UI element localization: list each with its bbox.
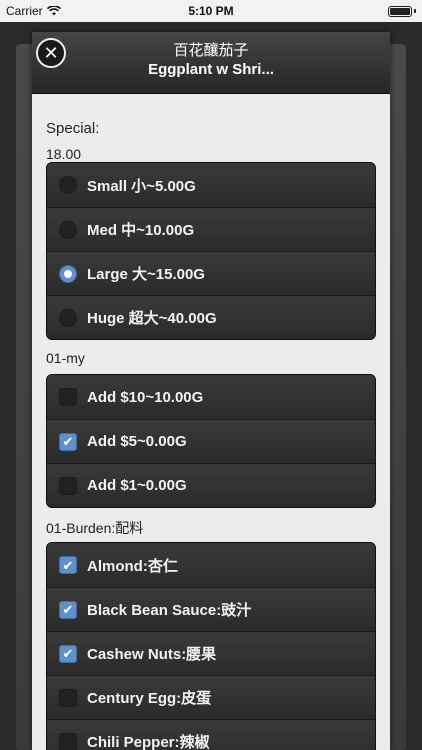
size-option-small[interactable]: Small 小~5.00G (47, 163, 375, 207)
close-button[interactable]: ✕ (36, 38, 66, 68)
checkbox-icon (59, 388, 77, 406)
option-cashew-nuts[interactable]: ✔ Cashew Nuts:腰果 (47, 631, 375, 675)
my-section-label: 01-my (46, 350, 85, 366)
option-label: Cashew Nuts:腰果 (87, 646, 217, 663)
radio-selected-icon (59, 264, 77, 283)
special-price: 18.00 (46, 146, 82, 162)
radio-icon (59, 220, 77, 239)
size-option-large[interactable]: Large 大~15.00G (47, 251, 375, 295)
option-label: Century Egg:皮蛋 (87, 690, 212, 707)
checkbox-icon (59, 688, 77, 707)
dish-title-english: Eggplant w Shri... (148, 61, 274, 78)
option-add-1[interactable]: Add $1~0.00G (47, 463, 375, 507)
option-label: Med 中~10.00G (87, 222, 195, 239)
checkbox-checked-icon: ✔ (59, 644, 77, 663)
checkbox-icon (59, 476, 77, 495)
status-bar: Carrier 5:10 PM (0, 0, 422, 22)
checkbox-checked-icon: ✔ (59, 432, 77, 451)
option-label: Huge 超大~40.00G (87, 310, 217, 327)
item-options-dialog: ✕ 百花釀茄子 Eggplant w Shri... Special: 18.0… (32, 32, 390, 750)
option-add-10[interactable]: Add $10~10.00G (47, 375, 375, 419)
option-chili-pepper[interactable]: Chili Pepper:辣椒 (47, 719, 375, 750)
option-add-5[interactable]: ✔ Add $5~0.00G (47, 419, 375, 463)
options-content[interactable]: Special: 18.00 Small 小~5.00G Med 中~10.00… (32, 94, 390, 750)
option-century-egg[interactable]: Century Egg:皮蛋 (47, 675, 375, 719)
close-icon: ✕ (43, 42, 59, 63)
option-label: Small 小~5.00G (87, 177, 196, 195)
option-label: Large 大~15.00G (87, 266, 205, 283)
size-option-huge[interactable]: Huge 超大~40.00G (47, 295, 375, 339)
option-label: Black Bean Sauce:豉汁 (87, 602, 252, 619)
burden-options-group: ✔ Almond:杏仁 ✔ Black Bean Sauce:豉汁 ✔ Cash… (46, 542, 376, 750)
burden-section-label: 01-Burden:配料 (46, 520, 144, 536)
option-label: Almond:杏仁 (87, 557, 178, 575)
option-label: Chili Pepper:辣椒 (87, 734, 210, 750)
checkbox-checked-icon: ✔ (59, 556, 77, 574)
dish-title-chinese: 百花釀茄子 (173, 42, 249, 59)
radio-icon (59, 176, 77, 194)
status-time: 5:10 PM (188, 4, 234, 18)
option-label: Add $5~0.00G (87, 433, 187, 450)
checkbox-icon (59, 732, 77, 750)
radio-icon (59, 308, 77, 327)
special-section-label: Special: (46, 120, 100, 137)
option-almond[interactable]: ✔ Almond:杏仁 (47, 543, 375, 587)
option-black-bean-sauce[interactable]: ✔ Black Bean Sauce:豉汁 (47, 587, 375, 631)
option-label: Add $1~0.00G (87, 477, 187, 494)
size-option-med[interactable]: Med 中~10.00G (47, 207, 375, 251)
add-options-group: Add $10~10.00G ✔ Add $5~0.00G Add $1~0.0… (46, 374, 376, 508)
option-label: Add $10~10.00G (87, 388, 204, 406)
dialog-header: ✕ 百花釀茄子 Eggplant w Shri... (32, 32, 390, 94)
checkbox-checked-icon: ✔ (59, 600, 77, 619)
size-options-group: Small 小~5.00G Med 中~10.00G Large 大~15.00… (46, 162, 376, 340)
